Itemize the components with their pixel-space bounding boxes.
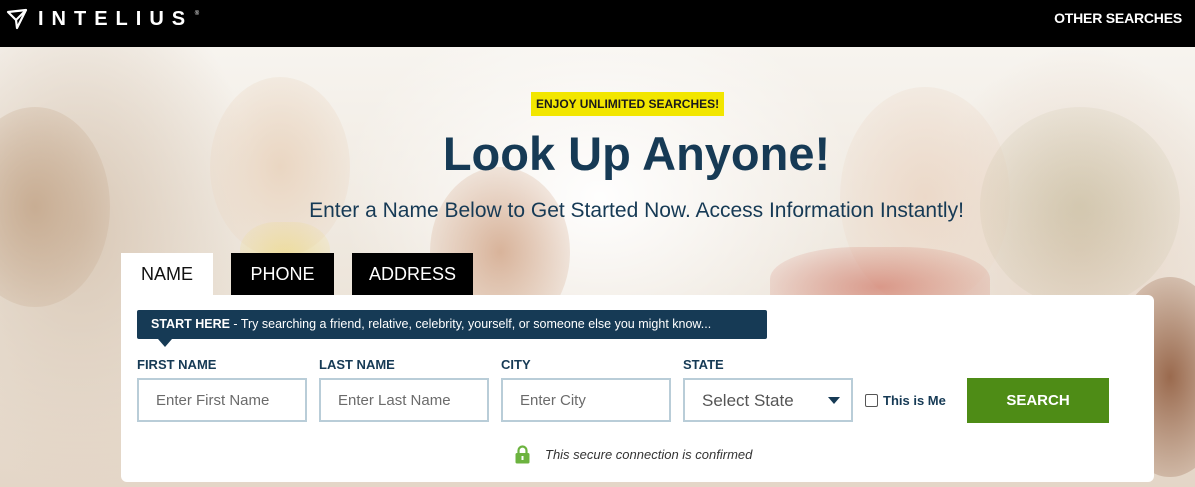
state-select-value: Select State (702, 391, 794, 410)
top-nav-bar: INTELIUS ® OTHER SEARCHES (0, 0, 1195, 47)
registered-mark: ® (194, 10, 200, 17)
tab-address[interactable]: ADDRESS (352, 253, 473, 296)
brand-name: INTELIUS (38, 7, 194, 30)
paper-plane-icon (6, 8, 28, 30)
city-input[interactable] (501, 378, 671, 422)
page-headline: Look Up Anyone! (442, 127, 831, 180)
promo-badge: ENJOY UNLIMITED SEARCHES! (531, 92, 725, 116)
search-button[interactable]: SEARCH (967, 378, 1109, 423)
last-name-input[interactable] (319, 378, 489, 422)
this-is-me-checkbox[interactable] (865, 394, 878, 407)
state-select[interactable]: Select State (683, 378, 853, 422)
intelius-logo[interactable]: INTELIUS ® (6, 7, 199, 30)
page-subheadline: Enter a Name Below to Get Started Now. A… (309, 199, 964, 222)
last-name-label: LAST NAME (319, 357, 395, 372)
chevron-down-icon (828, 397, 840, 404)
this-is-me-label[interactable]: This is Me (883, 393, 946, 408)
tip-pointer (158, 339, 172, 347)
start-here-tip: START HERE - Try searching a friend, rel… (137, 310, 767, 339)
first-name-label: FIRST NAME (137, 357, 217, 372)
state-label: STATE (683, 357, 724, 372)
tip-text: - Try searching a friend, relative, cele… (229, 317, 712, 331)
tab-phone[interactable]: PHONE (231, 253, 334, 296)
tab-name[interactable]: NAME (121, 253, 213, 296)
secure-connection-note: This secure connection is confirmed (545, 447, 753, 462)
lock-icon (515, 445, 530, 464)
tip-strong: START HERE (151, 317, 230, 331)
other-searches-link[interactable]: OTHER SEARCHES (1054, 10, 1182, 26)
first-name-input[interactable] (137, 378, 307, 422)
city-label: CITY (501, 357, 531, 372)
